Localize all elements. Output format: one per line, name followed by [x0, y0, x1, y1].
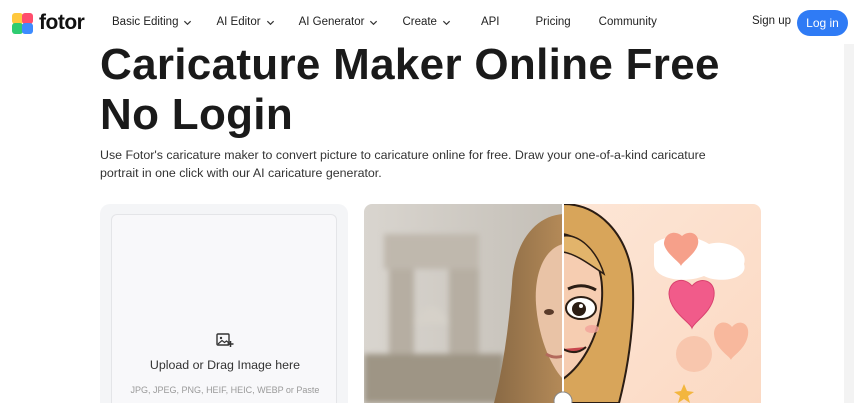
page-description: Use Fotor's caricature maker to convert … [100, 148, 706, 180]
chevron-down-icon [184, 20, 192, 25]
supported-formats: JPG, JPEG, PNG, HEIF, HEIC, WEBP or Past… [130, 385, 320, 395]
nav-item-pricing[interactable]: Pricing [536, 16, 571, 28]
sign-up-link[interactable]: Sign up [752, 15, 791, 27]
brand-name: fotor [39, 11, 85, 34]
nav-item-label: Community [598, 16, 657, 28]
page-title-line-1: Caricature Maker Online Free [100, 40, 720, 89]
image-add-icon [216, 333, 234, 347]
chevron-down-icon [442, 20, 451, 25]
nav-item-label: AI Editor [216, 16, 261, 28]
fotor-logo[interactable]: fotor [12, 11, 85, 35]
main-menu: Basic Editing AI Editor AI Generator Cre… [112, 0, 681, 44]
nav-item-ai-generator[interactable]: AI Generator [299, 16, 379, 28]
upload-dropzone[interactable]: Upload or Drag Image here JPG, JPEG, PNG… [111, 214, 337, 403]
upload-instruction: Upload or Drag Image here [149, 358, 301, 372]
nav-item-label: Pricing [535, 16, 571, 28]
chevron-down-icon [266, 20, 274, 25]
nav-item-community[interactable]: Community [599, 16, 657, 28]
caricature-portrait [562, 204, 761, 403]
nav-item-label: AI Generator [298, 16, 365, 28]
fotor-logo-icon [12, 12, 33, 34]
page-scrollbar[interactable] [844, 44, 854, 403]
chevron-down-icon [370, 20, 378, 25]
log-in-button[interactable]: Log in [797, 10, 848, 36]
top-navigation: fotor Basic Editing AI Editor AI Generat… [0, 0, 854, 44]
photo-portrait [364, 204, 564, 403]
nav-item-label: Basic Editing [112, 16, 179, 28]
nav-item-ai-editor[interactable]: AI Editor [216, 16, 274, 28]
nav-item-api[interactable]: API [481, 16, 500, 28]
page-title-line-2: No Login [100, 90, 294, 139]
preview-illustration [364, 204, 761, 403]
nav-item-basic-editing[interactable]: Basic Editing [112, 16, 192, 28]
nav-item-label: Create [402, 16, 437, 28]
nav-item-label: API [480, 16, 500, 28]
page-title: Caricature Maker Online Free No Login [100, 40, 800, 140]
nav-item-create[interactable]: Create [402, 16, 451, 28]
upload-panel: Upload or Drag Image here JPG, JPEG, PNG… [100, 204, 348, 403]
before-after-preview[interactable] [364, 204, 761, 403]
